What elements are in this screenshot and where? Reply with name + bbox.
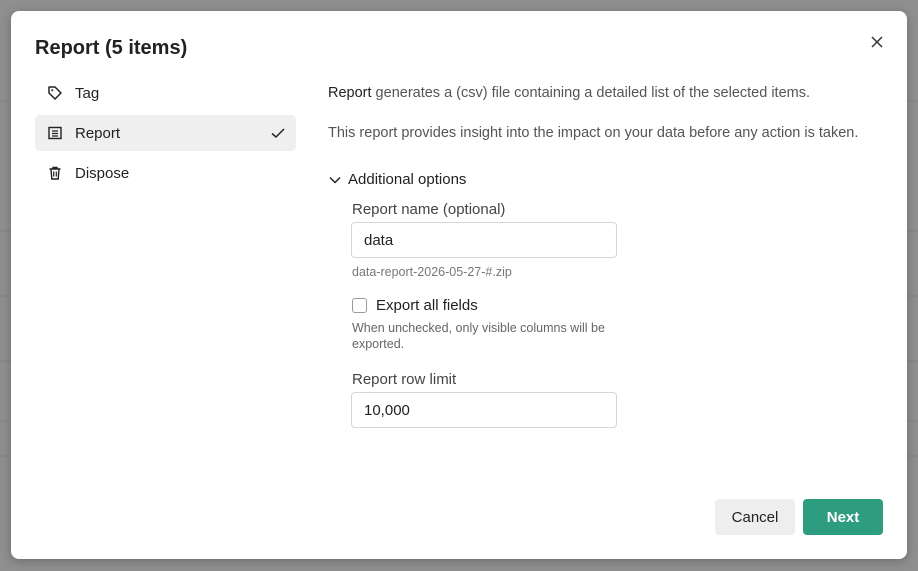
- next-button[interactable]: Next: [803, 499, 883, 535]
- export-all-fields-row[interactable]: Export all fields: [352, 297, 478, 314]
- action-sidebar: Tag Report Dispose: [35, 75, 296, 195]
- checkmark-icon: [270, 125, 286, 141]
- export-all-fields-label: Export all fields: [376, 297, 478, 314]
- report-name-input[interactable]: [351, 222, 617, 258]
- row-limit-input[interactable]: [351, 392, 617, 428]
- sidebar-item-dispose[interactable]: Dispose: [35, 155, 296, 191]
- dialog-title: Report (5 items): [35, 37, 188, 59]
- export-all-fields-checkbox[interactable]: [352, 298, 367, 313]
- chevron-down-icon: [328, 173, 342, 187]
- report-dialog: Report (5 items) Tag Report Dispose Repo…: [11, 11, 907, 559]
- report-icon: [47, 125, 63, 141]
- report-description-bold: Report: [328, 85, 372, 101]
- report-name-hint: data-report-2026-05-27-#.zip: [352, 265, 512, 279]
- cancel-button[interactable]: Cancel: [715, 499, 795, 535]
- sidebar-item-report[interactable]: Report: [35, 115, 296, 151]
- sidebar-item-label: Dispose: [75, 164, 130, 182]
- report-insight-text: This report provides insight into the im…: [328, 125, 859, 141]
- report-description-text: generates a (csv) file containing a deta…: [371, 85, 810, 101]
- row-limit-label: Report row limit: [352, 371, 457, 388]
- report-description: Report generates a (csv) file containing…: [328, 85, 810, 101]
- additional-options-label: Additional options: [348, 171, 467, 188]
- report-name-label: Report name (optional): [352, 201, 506, 218]
- sidebar-item-tag[interactable]: Tag: [35, 75, 296, 111]
- additional-options-toggle[interactable]: Additional options: [328, 171, 466, 188]
- close-button[interactable]: [867, 32, 887, 52]
- tag-icon: [47, 85, 63, 101]
- sidebar-item-label: Report: [75, 124, 121, 142]
- export-all-fields-note: When unchecked, only visible columns wil…: [352, 321, 605, 351]
- close-icon: [871, 36, 883, 48]
- sidebar-item-label: Tag: [75, 84, 100, 102]
- trash-icon: [47, 165, 63, 181]
